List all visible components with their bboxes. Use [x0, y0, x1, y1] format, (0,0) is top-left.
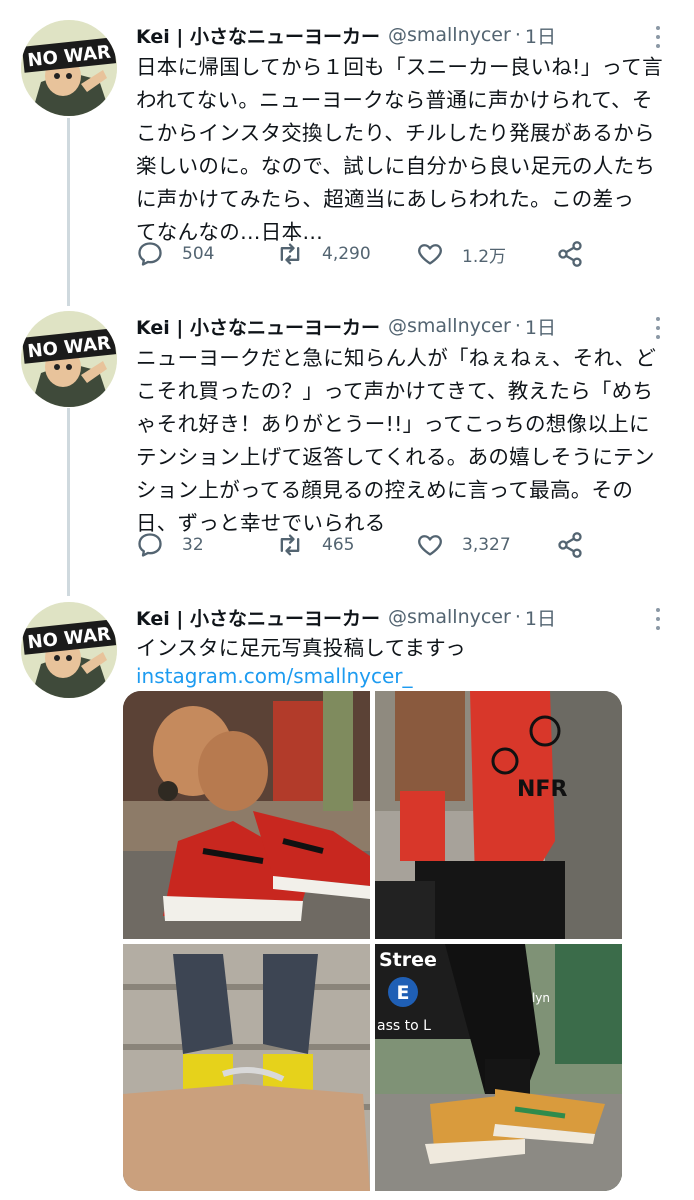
share-button[interactable] [556, 525, 602, 565]
reply-button[interactable]: 504 [136, 234, 214, 274]
photo-grey-sneakers[interactable] [123, 944, 370, 1191]
more-icon[interactable] [648, 315, 668, 341]
tweet-header: Kei | 小さなニューヨーカー @smallnycer · 1日 [136, 309, 556, 343]
timestamp[interactable]: 1日 [525, 313, 556, 340]
instagram-link[interactable]: instagram.com/smallnycer_ [136, 664, 413, 688]
tweet[interactable]: NO WAR Kei | 小さなニューヨーカー @smallnycer · 1日… [0, 18, 694, 288]
tweet-actions: 504 4,290 1.2万 [136, 234, 586, 274]
more-icon[interactable] [648, 24, 668, 50]
photo-red-sneakers[interactable] [123, 691, 370, 939]
tweet-text: 日本に帰国してから１回も「スニーカー良いね!」って言 われてない。ニューヨークな… [136, 51, 672, 249]
text-line: こそれ買ったの？」って声かけてきて、教えたら「めち [136, 379, 654, 403]
avatar[interactable]: NO WAR [21, 602, 117, 698]
reply-count: 504 [182, 244, 215, 264]
separator-dot: · [514, 606, 521, 628]
photo-red-socks[interactable]: NFR [375, 691, 622, 939]
separator-dot: · [514, 24, 521, 46]
like-count: 3,327 [462, 535, 511, 555]
display-name[interactable]: Kei | 小さなニューヨーカー [136, 22, 380, 49]
avatar[interactable]: NO WAR [21, 311, 117, 407]
user-handle[interactable]: @smallnycer [388, 315, 511, 337]
text-line: こからインスタ交換したり、チルしたり発展があるから [136, 121, 655, 145]
sign-street-text: Stree [379, 949, 437, 971]
sock-print-text: NFR [517, 777, 567, 802]
photo-subway-sneakers[interactable]: Stree E ass to L klyn [375, 944, 622, 1191]
share-icon [558, 532, 582, 558]
text-line: ション上がってる顔見るの控えめに言って最高。その [136, 478, 634, 502]
user-handle[interactable]: @smallnycer [388, 606, 511, 628]
media-divider [123, 939, 622, 944]
tweet-actions: 32 465 3,327 [136, 525, 586, 565]
media-grid: NFR Stree E ass to L klyn [123, 691, 622, 1191]
more-icon[interactable] [648, 606, 668, 632]
reply-icon [138, 533, 162, 557]
retweet-icon [280, 243, 300, 265]
separator-dot: · [514, 315, 521, 337]
avatar[interactable]: NO WAR [21, 20, 117, 116]
like-button[interactable]: 1.2万 [416, 234, 506, 274]
text-line: テンション上げて返答してくれる。あの嬉しそうにテン [136, 445, 655, 469]
tweet-text: インスタに足元写真投稿してますっ [136, 632, 672, 665]
like-button[interactable]: 3,327 [416, 525, 511, 565]
retweet-count: 4,290 [322, 244, 371, 264]
display-name[interactable]: Kei | 小さなニューヨーカー [136, 604, 380, 631]
text-line: ゃそれ好き！ありがとうー!!」ってこっちの想像以上に [136, 412, 650, 436]
tweet-text: ニューヨークだと急に知らん人が「ねぇねぇ、それ、ど こそれ買ったの？」って声かけ… [136, 342, 672, 540]
text-line: 楽しいのに。なので、試しに自分から良い足元の人たち [136, 154, 656, 178]
tweet-header: Kei | 小さなニューヨーカー @smallnycer · 1日 [136, 600, 556, 634]
retweet-button[interactable]: 4,290 [276, 234, 371, 274]
timestamp[interactable]: 1日 [525, 604, 556, 631]
text-line: 日本に帰国してから１回も「スニーカー良いね!」って言 [136, 55, 663, 79]
text-line: われてない。ニューヨークなら普通に声かけられて、そ [136, 88, 653, 112]
reply-count: 32 [182, 535, 204, 555]
sign-line-text: E [397, 982, 410, 1004]
reply-button[interactable]: 32 [136, 525, 204, 565]
sign-direction-text: ass to L [377, 1018, 431, 1034]
retweet-icon [280, 534, 300, 556]
display-name[interactable]: Kei | 小さなニューヨーカー [136, 313, 380, 340]
text-line: インスタに足元写真投稿してますっ [136, 636, 466, 660]
tweet[interactable]: NO WAR Kei | 小さなニューヨーカー @smallnycer · 1日… [0, 309, 694, 579]
retweet-count: 465 [322, 535, 355, 555]
like-count: 1.2万 [462, 246, 507, 267]
reply-icon [138, 242, 162, 266]
text-line: に声かけてみたら、超適当にあしらわれた。この差っ [136, 187, 635, 211]
user-handle[interactable]: @smallnycer [388, 24, 511, 46]
tweet-header: Kei | 小さなニューヨーカー @smallnycer · 1日 [136, 18, 556, 52]
like-icon [418, 244, 442, 265]
like-icon [418, 535, 442, 556]
text-line: ニューヨークだと急に知らん人が「ねぇねぇ、それ、ど [136, 346, 657, 370]
share-icon [558, 241, 582, 267]
retweet-button[interactable]: 465 [276, 525, 354, 565]
share-button[interactable] [556, 234, 602, 274]
timestamp[interactable]: 1日 [525, 22, 556, 49]
